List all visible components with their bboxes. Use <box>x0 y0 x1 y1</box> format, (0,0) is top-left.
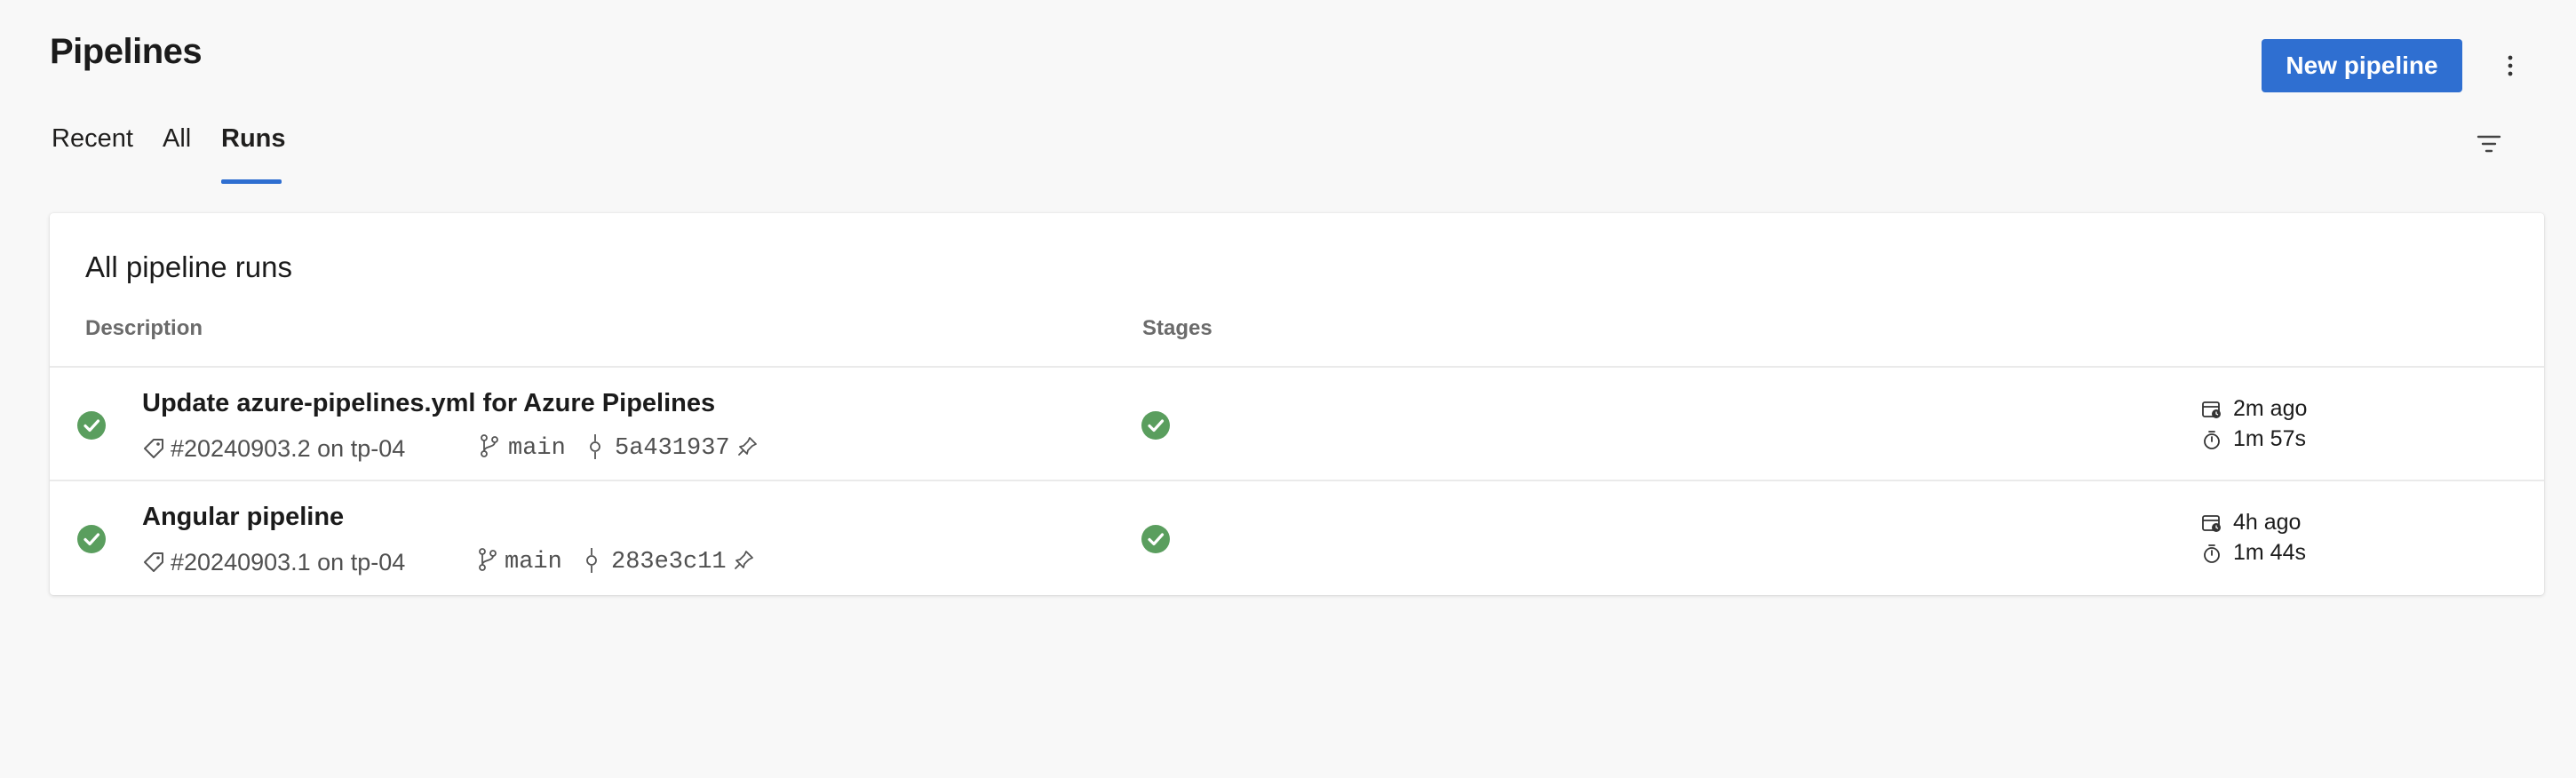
selected-tab-indicator <box>221 179 282 184</box>
started-time: 4h ago <box>2233 510 2302 535</box>
commit-hash[interactable]: 283e3c11 <box>611 549 727 576</box>
stage-success-icon[interactable] <box>1141 524 1171 554</box>
table-row[interactable]: Angular pipeline #20240903.1 on tp-04 ma… <box>50 480 2544 593</box>
duration-time: 1m 57s <box>2233 426 2306 451</box>
run-title[interactable]: Angular pipeline <box>142 503 344 532</box>
commit-icon <box>590 434 600 459</box>
run-title[interactable]: Update azure-pipelines.yml for Azure Pip… <box>142 389 715 418</box>
page-title: Pipelines <box>50 32 203 71</box>
branch-name[interactable]: main <box>508 435 566 462</box>
duration-time: 1m 44s <box>2233 540 2306 565</box>
pipeline-runs-card: All pipeline runs Description Stages Upd… <box>50 213 2544 595</box>
success-status-icon <box>77 525 106 553</box>
more-actions-button[interactable] <box>2493 46 2528 85</box>
calendar-clock-icon <box>2202 515 2221 532</box>
tag-icon <box>144 439 163 458</box>
filter-button[interactable] <box>2471 128 2507 160</box>
column-header-description: Description <box>85 316 203 340</box>
branch-name[interactable]: main <box>505 549 562 576</box>
commit-hash[interactable]: 5a431937 <box>615 435 730 462</box>
tab-recent[interactable]: Recent <box>52 124 133 154</box>
pin-icon <box>735 551 753 569</box>
stopwatch-icon <box>2204 431 2220 449</box>
pin-icon <box>738 437 757 456</box>
tab-all[interactable]: All <box>163 124 191 154</box>
new-pipeline-button[interactable]: New pipeline <box>2262 39 2462 92</box>
started-time: 2m ago <box>2233 396 2308 421</box>
run-id[interactable]: #20240903.2 on tp-04 <box>171 435 405 463</box>
branch-icon <box>479 548 497 571</box>
calendar-clock-icon <box>2202 401 2221 418</box>
stage-success-icon[interactable] <box>1141 410 1171 441</box>
stopwatch-icon <box>2204 544 2220 563</box>
filter-icon <box>2477 135 2501 153</box>
card-title: All pipeline runs <box>85 250 292 283</box>
tag-icon <box>144 552 163 572</box>
more-vertical-icon <box>2508 55 2513 76</box>
branch-icon <box>481 434 498 457</box>
tab-runs[interactable]: Runs <box>221 124 286 154</box>
success-status-icon <box>77 411 106 440</box>
run-id[interactable]: #20240903.1 on tp-04 <box>171 549 405 576</box>
table-row[interactable]: Update azure-pipelines.yml for Azure Pip… <box>50 366 2544 480</box>
column-header-stages: Stages <box>1142 316 1212 340</box>
commit-icon <box>586 548 597 573</box>
